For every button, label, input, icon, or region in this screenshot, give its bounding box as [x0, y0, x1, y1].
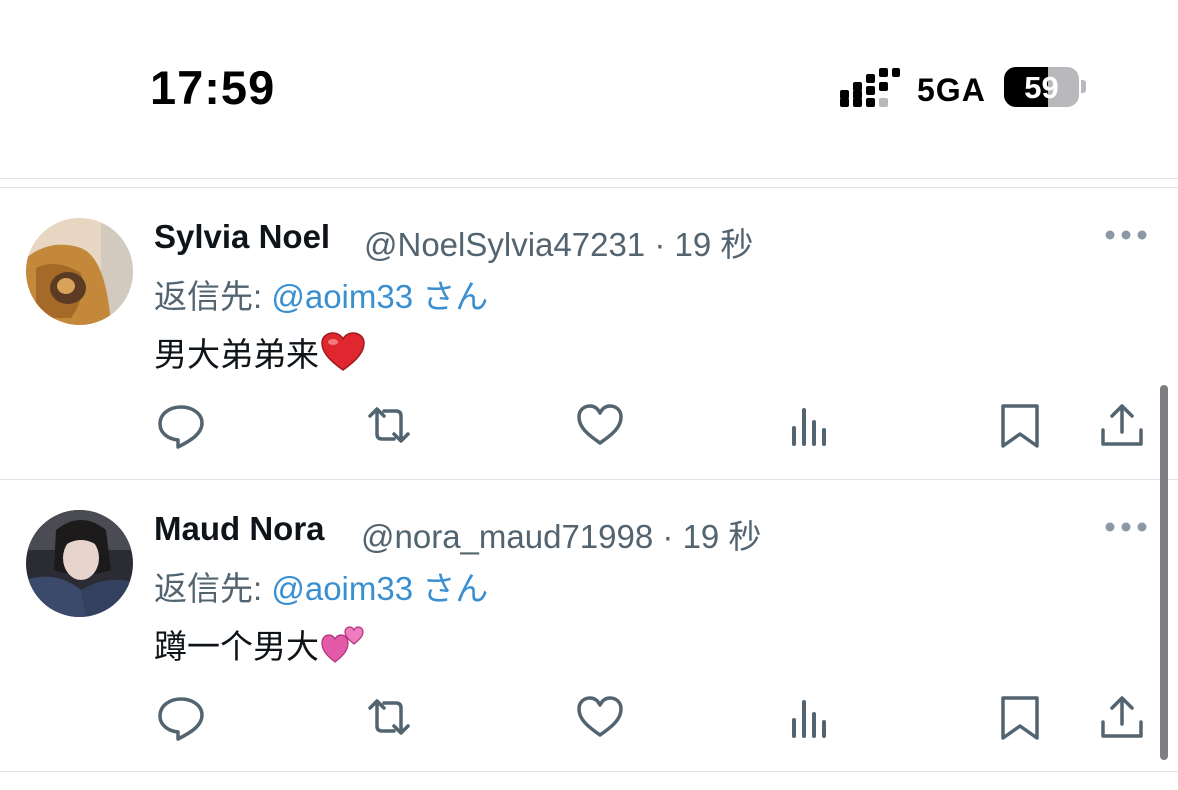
timestamp: 19 秒 [682, 518, 762, 555]
reply-icon [158, 697, 204, 741]
battery-icon: 59 [1004, 67, 1079, 107]
views-button[interactable] [786, 692, 836, 742]
separator: · [662, 518, 674, 555]
bookmark-icon [1001, 404, 1039, 448]
bookmark-icon [1001, 696, 1039, 740]
tweet-text: 男大弟弟来 [154, 328, 365, 376]
reply-mention-link[interactable]: @aoim33 さん [271, 570, 488, 607]
network-type: 5GA [917, 72, 986, 108]
retweet-icon [368, 699, 410, 735]
two-hearts-emoji-icon [321, 626, 364, 663]
share-icon [1101, 404, 1143, 446]
like-icon [577, 404, 623, 445]
cellular-signal-icon [840, 68, 900, 107]
divider [0, 178, 1178, 179]
reply-context: 返信先: @aoim33 さん [154, 270, 488, 318]
like-button[interactable] [575, 692, 625, 742]
author-handle[interactable]: @nora_maud71998 · 19 秒 [361, 510, 761, 558]
reply-mention-link[interactable]: @aoim33 さん [271, 278, 488, 315]
divider [0, 771, 1178, 772]
battery-level: 59 [1024, 70, 1059, 105]
status-time: 17:59 [150, 61, 276, 114]
like-button[interactable] [575, 400, 625, 450]
red-heart-emoji-icon [321, 332, 365, 371]
avatar[interactable] [26, 218, 133, 325]
author-name[interactable]: Maud Nora [154, 510, 325, 548]
reply-button[interactable] [156, 400, 206, 450]
bookmark-button[interactable] [995, 692, 1045, 742]
share-button[interactable] [1097, 400, 1147, 450]
reply-prefix: 返信先: [154, 570, 263, 607]
tweet[interactable]: Maud Nora @nora_maud71998 · 19 秒 返信先: @a… [0, 480, 1160, 770]
mention-handle: @aoim33 [271, 570, 414, 607]
views-icon [792, 700, 826, 738]
reply-prefix: 返信先: [154, 278, 263, 315]
like-icon [577, 696, 623, 737]
avatar[interactable] [26, 510, 133, 617]
bookmark-button[interactable] [995, 400, 1045, 450]
author-handle[interactable]: @NoelSylvia47231 · 19 秒 [364, 218, 753, 266]
tweet-body: 男大弟弟来 [154, 336, 319, 373]
share-icon [1101, 696, 1143, 738]
mention-handle: @aoim33 [271, 278, 414, 315]
reply-icon [158, 405, 204, 449]
views-icon [792, 408, 826, 446]
tweet-body: 蹲一个男大 [154, 628, 319, 665]
more-icon[interactable] [1104, 228, 1148, 242]
handle-text: @nora_maud71998 [361, 518, 654, 555]
retweet-icon [368, 407, 410, 443]
scrollbar[interactable] [1160, 385, 1168, 760]
tweet[interactable]: Sylvia Noel @NoelSylvia47231 · 19 秒 返信先:… [0, 188, 1160, 478]
author-name[interactable]: Sylvia Noel [154, 218, 330, 256]
reply-context: 返信先: @aoim33 さん [154, 562, 488, 610]
views-button[interactable] [786, 400, 836, 450]
tweet-text: 蹲一个男大 [154, 620, 365, 668]
status-bar: 17:59 5GA 59 [0, 0, 1178, 180]
battery-tip [1081, 80, 1086, 93]
separator: · [654, 226, 666, 263]
timestamp: 19 秒 [674, 226, 754, 263]
share-button[interactable] [1097, 692, 1147, 742]
retweet-button[interactable] [364, 400, 414, 450]
handle-text: @NoelSylvia47231 [364, 226, 646, 263]
mention-suffix: さん [422, 278, 489, 315]
more-icon[interactable] [1104, 520, 1148, 534]
mention-suffix: さん [422, 570, 489, 607]
retweet-button[interactable] [364, 692, 414, 742]
reply-button[interactable] [156, 692, 206, 742]
